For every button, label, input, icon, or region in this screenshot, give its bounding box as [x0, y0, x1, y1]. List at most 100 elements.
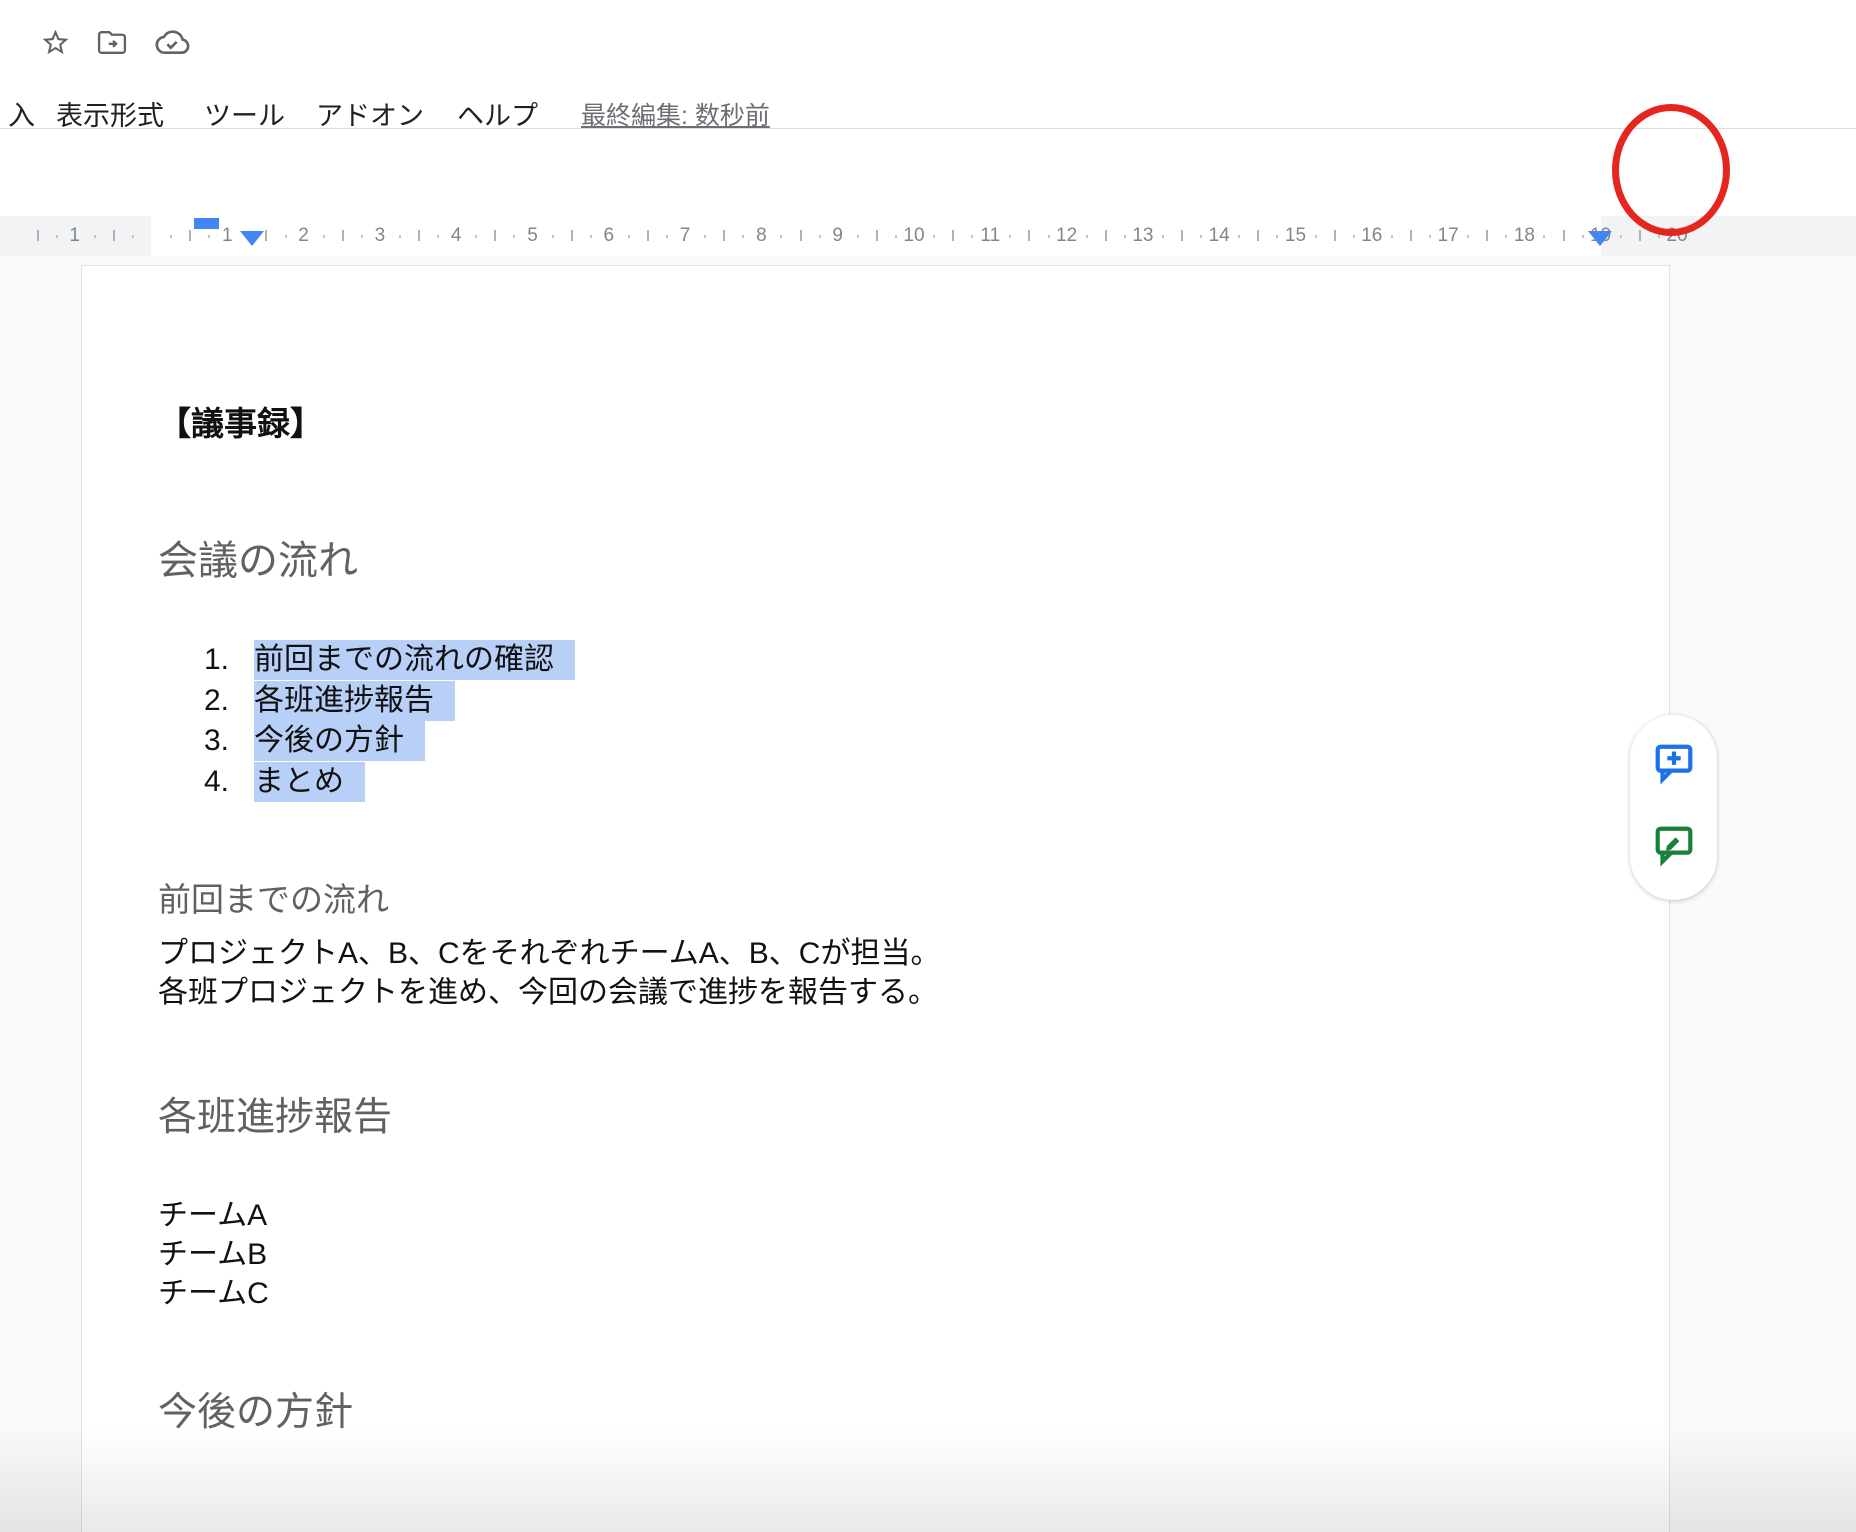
- team-line[interactable]: チームA: [158, 1196, 269, 1235]
- ruler-number: 12: [1056, 225, 1077, 247]
- ruler-tick: [933, 235, 935, 238]
- doc-heading-progress[interactable]: 各班進捗報告: [158, 1094, 392, 1142]
- ruler-tick: [1257, 230, 1259, 241]
- ruler-tick: [857, 235, 859, 238]
- ruler-number: 1: [69, 225, 80, 247]
- selected-list-text[interactable]: 前回までの流れの確認: [254, 640, 575, 680]
- suggest-edits-button[interactable]: [1650, 821, 1698, 869]
- ruler-tick: [113, 230, 115, 241]
- ruler-tick: [1563, 230, 1565, 241]
- ruler-tick: [513, 235, 515, 238]
- team-line[interactable]: チームC: [158, 1274, 269, 1313]
- add-comment-margin-button[interactable]: [1650, 739, 1698, 787]
- selected-list-text[interactable]: 各班進捗報告: [254, 681, 455, 721]
- doc-title[interactable]: 【議事録】: [158, 398, 323, 450]
- doc-team-list[interactable]: チームA チームB チームC: [158, 1196, 269, 1313]
- last-edit-link[interactable]: 最終編集: 数秒前: [581, 96, 770, 132]
- ruler-tick: [819, 235, 821, 238]
- ruler-tick: [704, 235, 706, 238]
- ruler-tick: [323, 235, 325, 238]
- ruler-tick: [342, 230, 344, 241]
- ruler-tick: [952, 230, 954, 241]
- ruler-tick: [37, 230, 39, 241]
- list-item[interactable]: 1. 前回までの流れの確認: [82, 640, 1669, 680]
- ruler-number: 4: [451, 225, 462, 247]
- document-page[interactable]: 【議事録】 会議の流れ 1. 前回までの流れの確認 2. 各班進捗報告 3. 今…: [81, 265, 1670, 1532]
- ruler-tick: [1410, 230, 1412, 241]
- ruler-tick: [647, 230, 649, 241]
- ruler-tick: [475, 235, 477, 238]
- list-item[interactable]: 3. 今後の方針: [82, 721, 1669, 761]
- ruler-tick: [1658, 235, 1660, 238]
- ruler-number: 17: [1438, 225, 1459, 247]
- ruler-right-indent-marker[interactable]: [1588, 231, 1612, 246]
- ruler-tick: [780, 235, 782, 238]
- ruler-number: 5: [527, 225, 538, 247]
- cloud-saved-icon[interactable]: [153, 27, 191, 58]
- paragraph-line[interactable]: 各班プロジェクトを進め、今回の会議で進捗を報告する。: [158, 973, 940, 1012]
- ruler-number: 15: [1285, 225, 1306, 247]
- ruler-tick: [56, 235, 58, 238]
- ruler-tick: [1467, 235, 1469, 238]
- horizontal-ruler[interactable]: 11234567891011121314151617181920: [0, 216, 1856, 256]
- suggest-edit-icon: [1651, 822, 1697, 868]
- star-icon[interactable]: [40, 27, 71, 58]
- doc-agenda-list[interactable]: 1. 前回までの流れの確認 2. 各班進捗報告 3. 今後の方針 4. まとめ: [82, 640, 1669, 804]
- ruler-tick: [1086, 235, 1088, 238]
- doc-heading-previous[interactable]: 前回までの流れ: [158, 878, 389, 922]
- titlebar-icon-row: [40, 22, 191, 62]
- ruler-tick: [1582, 235, 1584, 238]
- ruler-tick: [571, 230, 573, 241]
- ruler-tick: [1162, 235, 1164, 238]
- ruler-number: 13: [1132, 225, 1153, 247]
- ruler-tick: [723, 230, 725, 241]
- ruler-tick: [1105, 230, 1107, 241]
- margin-tools-pill: [1630, 715, 1717, 900]
- ruler-tick: [628, 235, 630, 238]
- ruler-tick: [1505, 235, 1507, 238]
- selected-list-text[interactable]: 今後の方針: [254, 721, 425, 761]
- ruler-number: 6: [604, 225, 615, 247]
- ruler-tick: [552, 235, 554, 238]
- ruler-number: 1: [222, 225, 233, 247]
- ruler-number: 10: [903, 225, 924, 247]
- ruler-tick: [1028, 230, 1030, 241]
- ruler-number: 11: [980, 225, 1000, 247]
- ruler-tick: [1429, 235, 1431, 238]
- ruler-tick: [1276, 235, 1278, 238]
- selected-list-text[interactable]: まとめ: [254, 762, 365, 802]
- move-folder-icon[interactable]: [95, 27, 129, 58]
- team-line[interactable]: チームB: [158, 1235, 269, 1274]
- doc-paragraph[interactable]: プロジェクトA、B、CをそれぞれチームA、B、Cが担当。 各班プロジェクトを進め…: [158, 934, 940, 1012]
- ruler-tick: [895, 235, 897, 238]
- ruler-tick: [361, 235, 363, 238]
- ruler-tick: [1181, 230, 1183, 241]
- ruler-tick: [590, 235, 592, 238]
- ruler-tick: [1543, 235, 1545, 238]
- ruler-number: 8: [756, 225, 767, 247]
- ruler-number: 7: [680, 225, 691, 247]
- ruler-tick: [1124, 235, 1126, 238]
- list-item[interactable]: 4. まとめ: [82, 762, 1669, 802]
- ruler-tick: [1353, 235, 1355, 238]
- ruler-number: 3: [375, 225, 386, 247]
- ruler-tick: [1620, 235, 1622, 238]
- add-comment-icon: [1651, 740, 1697, 786]
- list-item[interactable]: 2. 各班進捗報告: [82, 681, 1669, 721]
- annotation-red-circle: [1612, 104, 1730, 236]
- ruler-number: 16: [1361, 225, 1382, 247]
- toolbar: 標準テキス... Arial − 11 + B I U A: [0, 129, 1856, 215]
- ruler-tick: [399, 235, 401, 238]
- ruler-tick: [1315, 235, 1317, 238]
- paragraph-line[interactable]: プロジェクトA、B、CをそれぞれチームA、B、Cが担当。: [158, 934, 940, 973]
- doc-heading-agenda[interactable]: 会議の流れ: [158, 536, 358, 586]
- ruler-first-line-indent-marker[interactable]: [194, 218, 219, 229]
- menu-bar: 入 表示形式 ツール アドオン ヘルプ 最終編集: 数秒前: [0, 94, 1856, 128]
- doc-heading-policy[interactable]: 今後の方針: [158, 1389, 353, 1437]
- ruler-tick: [418, 230, 420, 241]
- ruler-left-indent-marker[interactable]: [240, 231, 264, 246]
- ruler-number: 18: [1514, 225, 1535, 247]
- ruler-tick: [1486, 230, 1488, 241]
- list-number: 3.: [204, 721, 229, 761]
- ruler-tick: [1009, 235, 1011, 238]
